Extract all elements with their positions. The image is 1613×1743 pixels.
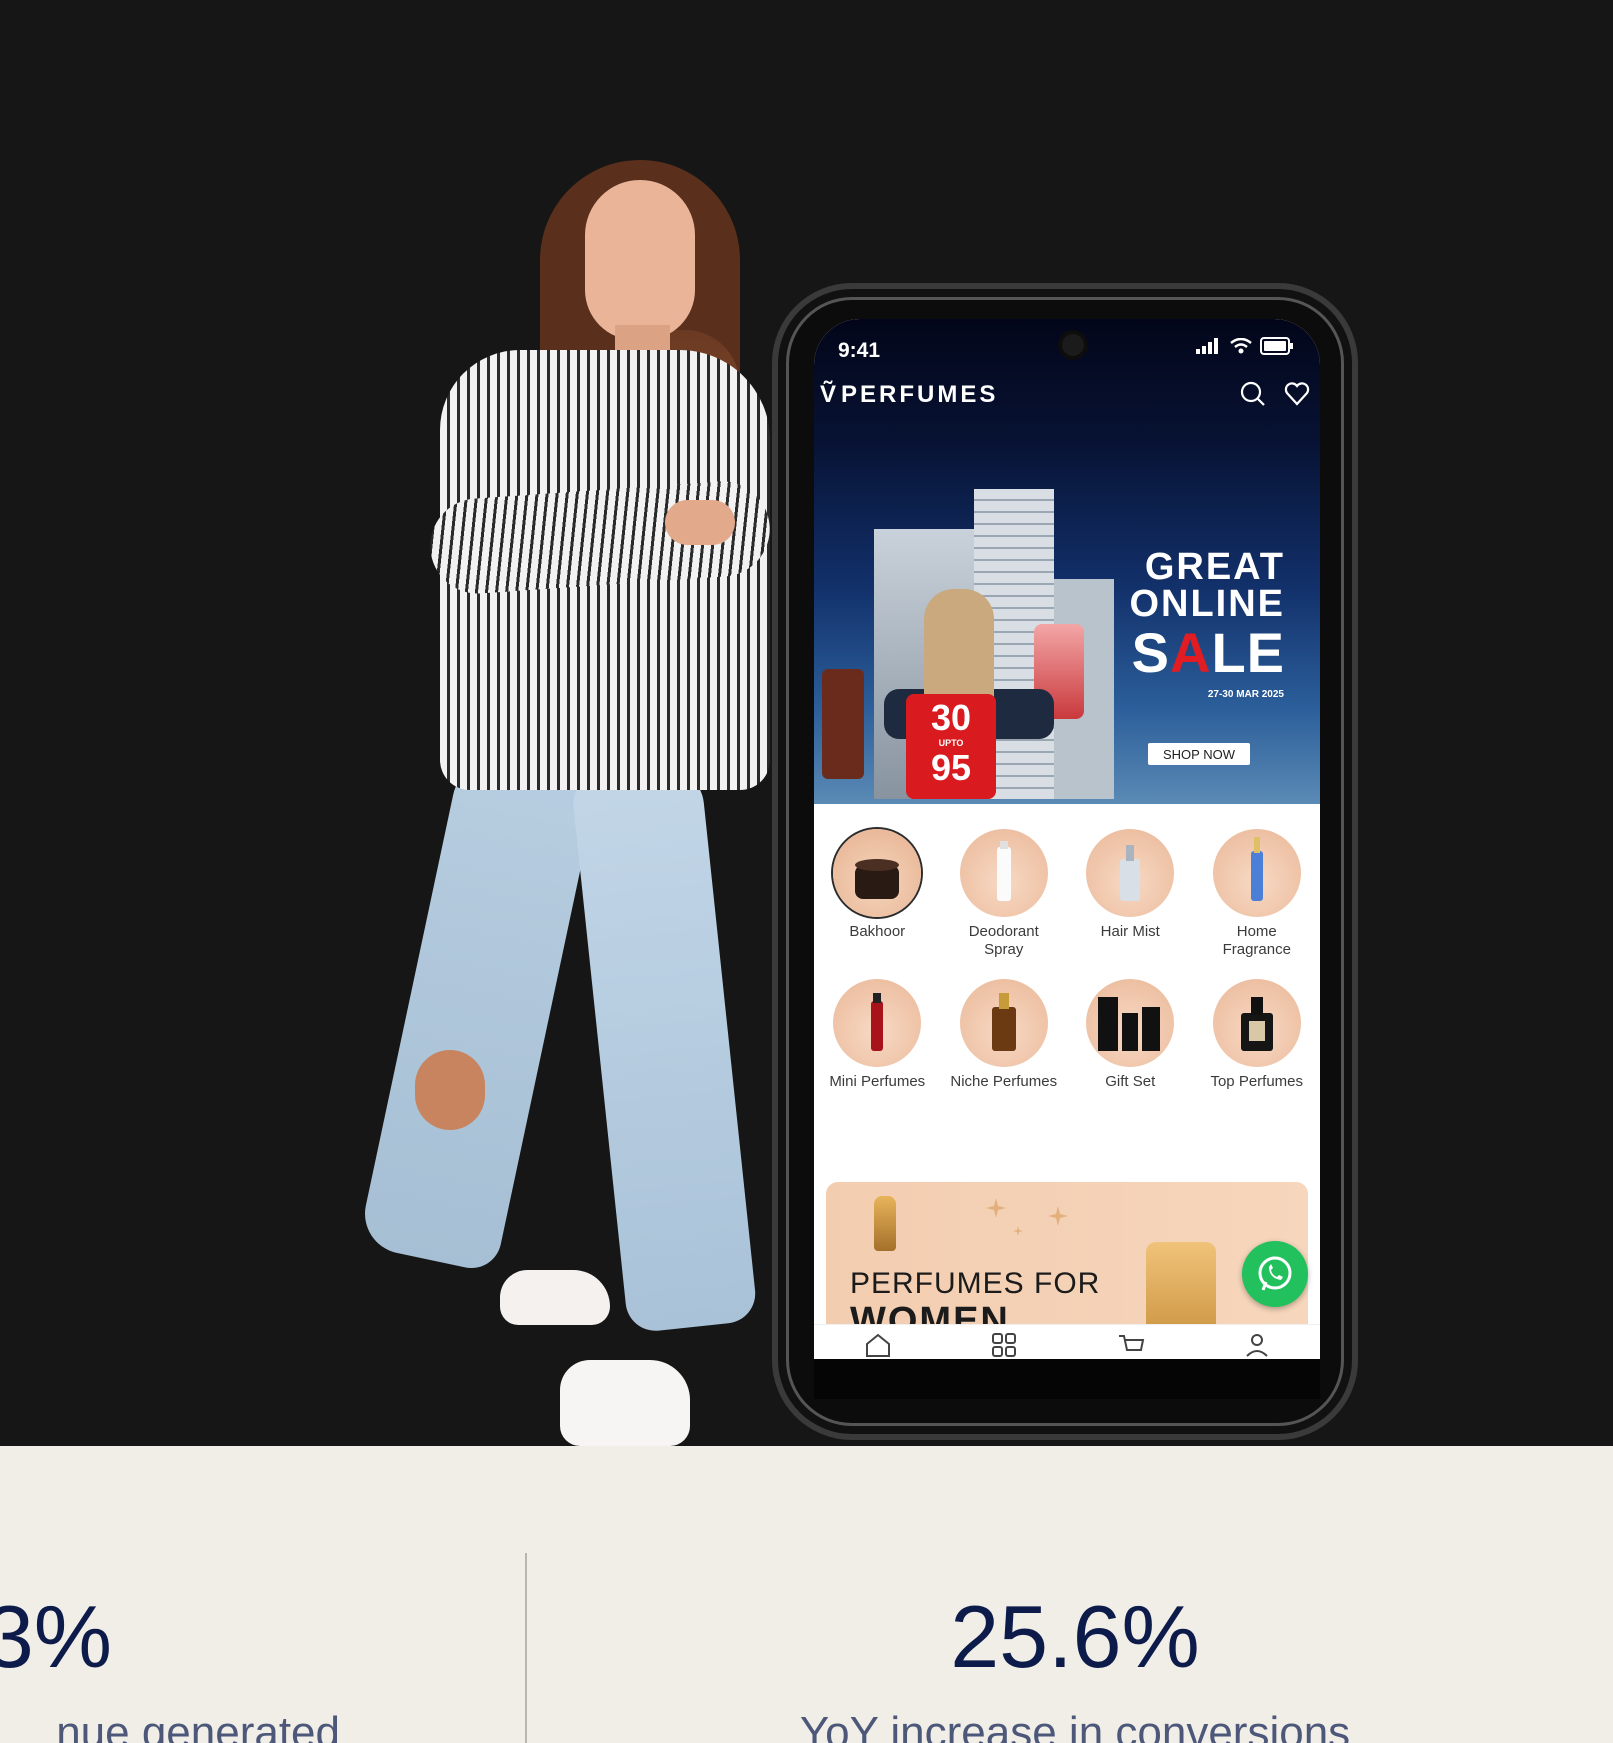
category-image [1086, 979, 1175, 1067]
profile-icon[interactable] [1244, 1332, 1270, 1358]
category-label: Bakhoor [849, 923, 906, 940]
headline-line2: ONLINE [1129, 583, 1285, 625]
category-item[interactable]: Home Fragrance [1194, 829, 1321, 959]
category-label: Hair Mist [1100, 923, 1160, 940]
phone-mockup: 9:41 ṼPERFUMES 30 UPTO 95 GREAT ONLINE S… [772, 283, 1358, 1440]
category-label: Deodorant Spray [968, 923, 1039, 958]
man-image [924, 589, 994, 709]
top-perfume-icon [1240, 997, 1273, 1051]
perfume-bottle-image [822, 669, 864, 779]
model-shoe-right [560, 1360, 690, 1446]
stat-label: nue generated [56, 1708, 340, 1743]
stats-divider [525, 1553, 527, 1743]
search-icon[interactable] [1240, 381, 1266, 407]
headline-line1: GREAT [1144, 546, 1285, 588]
category-grid: Bakhoor Deodorant Spray Hair Mist Home F… [814, 829, 1320, 1091]
category-image [959, 829, 1048, 917]
category-image [1086, 829, 1175, 917]
headline-s: S [1131, 621, 1170, 684]
deodorant-can-icon [996, 841, 1011, 901]
bakhoor-jar-icon [855, 859, 900, 899]
home-icon[interactable] [864, 1332, 892, 1358]
model-face [585, 180, 695, 340]
phone-chin [814, 1359, 1320, 1399]
category-item[interactable]: Mini Perfumes [814, 979, 941, 1091]
category-image [959, 979, 1048, 1067]
mini-perfume-icon [871, 993, 884, 1051]
stat-value: 25.6% [950, 1587, 1200, 1686]
model-leg-left [357, 755, 599, 1274]
wifi-icon [1230, 338, 1252, 354]
category-image [1212, 979, 1301, 1067]
headline-line3: SALE [1129, 623, 1285, 683]
heart-icon[interactable] [1284, 381, 1310, 407]
stats-section: 3% nue generated 25.6% YoY increase in c… [0, 1446, 1613, 1743]
sparkle-icon [986, 1198, 1068, 1236]
header-actions [1240, 381, 1310, 407]
hair-mist-bottle-icon [1120, 845, 1141, 901]
signal-icon [1196, 338, 1218, 354]
category-label: Gift Set [1105, 1073, 1156, 1090]
category-image [1212, 829, 1301, 917]
battery-icon [1260, 337, 1293, 355]
home-fragrance-bottle-icon [1250, 837, 1263, 901]
promo-title: PERFUMES FOR [850, 1267, 1101, 1300]
stat-label: YoY increase in conversions [799, 1708, 1351, 1743]
category-label: Top Perfumes [1210, 1073, 1304, 1090]
lantern-image [874, 1196, 896, 1251]
whatsapp-button[interactable] [1242, 1241, 1308, 1307]
category-image [833, 979, 922, 1067]
category-label: Niche Perfumes [950, 1073, 1058, 1090]
sale-dates: 27-30 MAR 2025 [1207, 689, 1284, 700]
model-knee [415, 1050, 485, 1130]
category-item[interactable]: Niche Perfumes [941, 979, 1068, 1091]
discount-max: 95 [930, 747, 972, 788]
model-hand [665, 500, 735, 545]
status-time: 9:41 [838, 339, 881, 362]
brand-logo-mark-icon: Ṽ [820, 381, 840, 408]
category-item[interactable]: Bakhoor [814, 829, 941, 959]
hero-section: 9:41 ṼPERFUMES 30 UPTO 95 GREAT ONLINE S… [0, 0, 1613, 1446]
headline-a: A [1169, 621, 1212, 684]
discount-bag: 30 UPTO 95 [906, 694, 996, 799]
category-image [833, 829, 922, 917]
model-leg-right [570, 763, 759, 1334]
category-item[interactable]: Hair Mist [1067, 829, 1194, 959]
gift-set-icon [1098, 997, 1161, 1051]
app-header-banner: 9:41 ṼPERFUMES 30 UPTO 95 GREAT ONLINE S… [814, 319, 1320, 804]
stat-value: 3% [0, 1587, 112, 1686]
phone-screen: 9:41 ṼPERFUMES 30 UPTO 95 GREAT ONLINE S… [814, 319, 1320, 1359]
category-item[interactable]: Gift Set [1067, 979, 1194, 1091]
category-item[interactable]: Deodorant Spray [941, 829, 1068, 959]
model-shoe-left [500, 1270, 610, 1325]
sale-headline: GREAT ONLINE SALE [1129, 546, 1285, 683]
brand-logo[interactable]: ṼPERFUMES [820, 381, 998, 409]
whatsapp-icon [1258, 1256, 1292, 1291]
discount-min: 30 [930, 697, 972, 738]
headline-le: LE [1211, 621, 1285, 684]
categories-icon[interactable] [991, 1332, 1017, 1358]
niche-perfume-icon [991, 993, 1016, 1051]
status-icons [1196, 337, 1294, 355]
shop-now-button[interactable]: SHOP NOW [1148, 743, 1250, 765]
category-item[interactable]: Top Perfumes [1194, 979, 1321, 1091]
category-label: Home Fragrance [1222, 923, 1291, 958]
category-label: Mini Perfumes [829, 1073, 926, 1090]
brand-name: PERFUMES [841, 381, 999, 408]
model-photo [357, 150, 790, 1446]
camera-notch [1062, 334, 1084, 356]
cart-icon[interactable] [1117, 1332, 1145, 1358]
bottom-nav [814, 1324, 1320, 1359]
